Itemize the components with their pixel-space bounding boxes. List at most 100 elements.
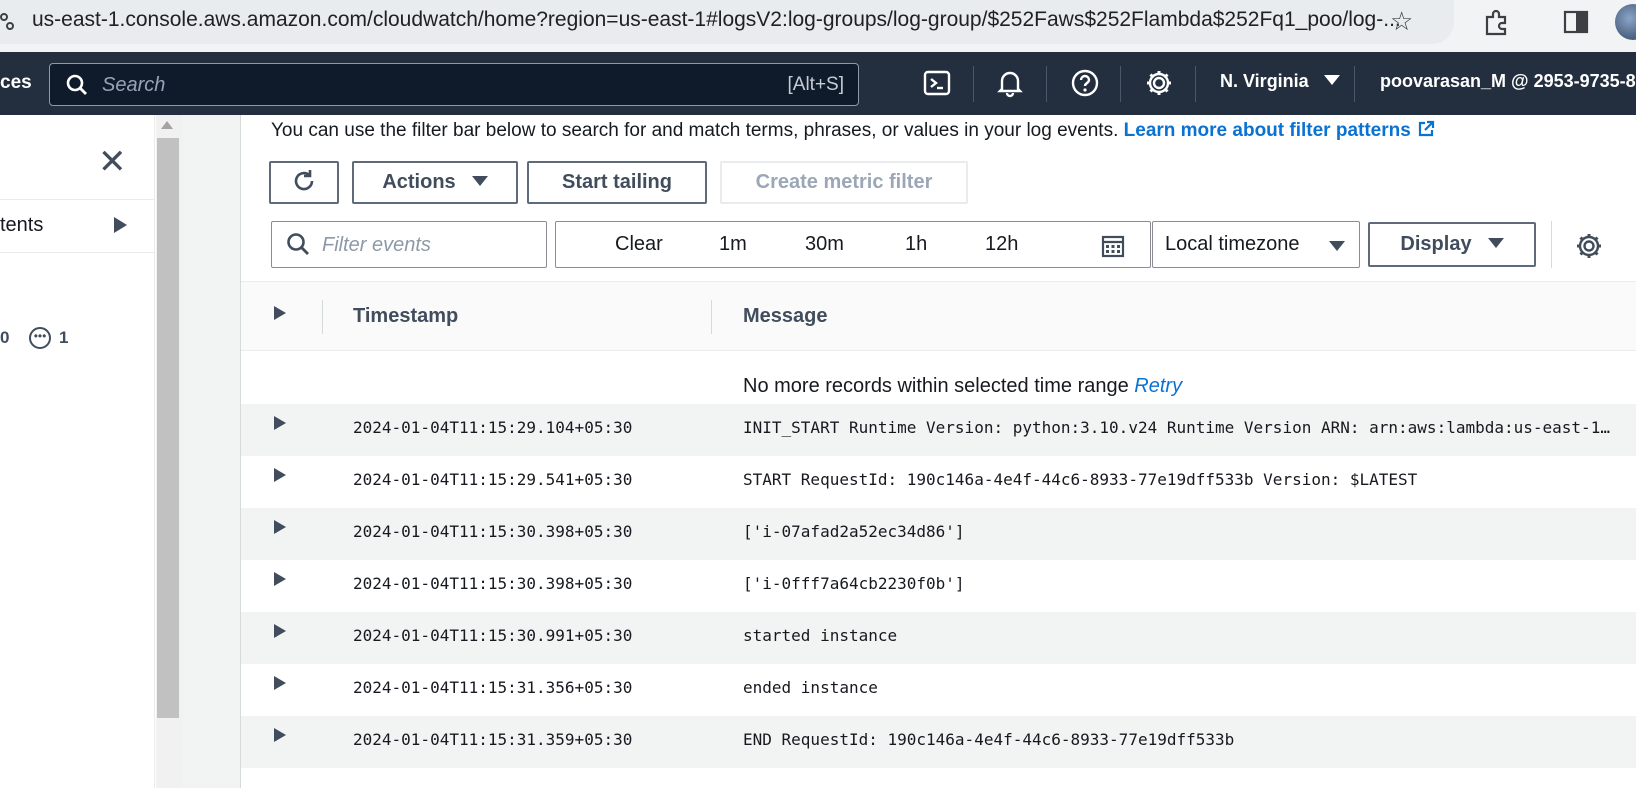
side-panel: ✕ tents 0 ••• 1 <box>0 115 155 788</box>
timezone-select[interactable]: Local timezone <box>1152 221 1360 268</box>
expand-row-icon[interactable] <box>274 416 286 430</box>
display-label: Display <box>1400 233 1472 255</box>
log-message: ended instance <box>743 678 878 697</box>
timezone-label: Local timezone <box>1165 233 1300 255</box>
log-message: INIT_START Runtime Version: python:3.10.… <box>743 418 1613 437</box>
create-metric-filter-button[interactable]: Create metric filter <box>720 161 968 204</box>
actions-dropdown[interactable]: Actions <box>352 161 518 204</box>
profile-avatar[interactable] <box>1615 4 1636 40</box>
log-timestamp: 2024-01-04T11:15:29.541+05:30 <box>353 470 633 489</box>
refresh-icon <box>294 170 314 191</box>
caret-down-icon <box>1487 238 1504 248</box>
log-message: ['i-0fff7a64cb2230f0b'] <box>743 574 965 593</box>
log-timestamp: 2024-01-04T11:15:29.104+05:30 <box>353 418 633 437</box>
url-text[interactable]: us-east-1.console.aws.amazon.com/cloudwa… <box>32 8 1402 32</box>
count-right: 1 <box>59 328 69 347</box>
log-row[interactable]: 2024-01-04T11:15:31.356+05:30 ended inst… <box>241 664 1636 716</box>
column-divider <box>711 300 712 334</box>
column-header-message[interactable]: Message <box>743 305 828 328</box>
filter-patterns-link[interactable]: Learn more about filter patterns <box>1124 120 1435 141</box>
content-gutter <box>182 115 240 788</box>
help-icon[interactable] <box>1070 68 1100 98</box>
external-link-icon <box>1418 120 1434 137</box>
filter-info-text: You can use the filter bar below to sear… <box>271 120 1119 141</box>
address-bar[interactable]: us-east-1.console.aws.amazon.com/cloudwa… <box>0 0 1454 44</box>
time-30m-button[interactable]: 30m <box>805 233 844 256</box>
log-message: ['i-07afad2a52ec34d86'] <box>743 522 965 541</box>
expand-row-icon[interactable] <box>274 624 286 638</box>
nav-divider <box>1354 66 1355 102</box>
nav-divider <box>1195 66 1196 102</box>
side-divider <box>0 252 155 253</box>
count-left: 0 <box>0 328 10 347</box>
more-circle-icon: ••• <box>29 327 51 349</box>
expand-row-icon[interactable] <box>274 728 286 742</box>
scrollbar-thumb[interactable] <box>157 138 179 718</box>
settings-gear-icon[interactable] <box>1144 68 1174 98</box>
log-timestamp: 2024-01-04T11:15:30.398+05:30 <box>353 574 633 593</box>
expand-row-icon[interactable] <box>274 468 286 482</box>
aws-search-input[interactable] <box>102 71 702 99</box>
log-message: END RequestId: 190c146a-4e4f-44c6-8933-7… <box>743 730 1235 749</box>
region-selector[interactable]: N. Virginia <box>1220 71 1340 92</box>
account-menu[interactable]: poovarasan_M @ 2953-9735-8 <box>1380 71 1636 92</box>
log-row[interactable]: 2024-01-04T11:15:30.398+05:30 ['i-0fff7a… <box>241 560 1636 612</box>
time-range-selector: Clear 1m 30m 1h 12h <box>555 221 1151 268</box>
caret-right-icon[interactable] <box>114 217 127 233</box>
log-row[interactable]: 2024-01-04T11:15:31.359+05:30 END Reques… <box>241 716 1636 768</box>
log-row[interactable]: 2024-01-04T11:15:29.541+05:30 START Requ… <box>241 456 1636 508</box>
time-12h-button[interactable]: 12h <box>985 233 1018 256</box>
search-shortcut-hint: [Alt+S] <box>787 74 845 95</box>
bookmark-star-icon[interactable]: ☆ <box>1390 6 1413 37</box>
caret-down-icon <box>1329 241 1345 251</box>
no-more-records: No more records within selected time ran… <box>743 375 1182 398</box>
site-settings-icon[interactable] <box>0 12 14 32</box>
log-row[interactable]: 2024-01-04T11:15:30.398+05:30 ['i-07afad… <box>241 508 1636 560</box>
aws-search-box[interactable]: [Alt+S] <box>49 63 859 106</box>
filter-events-input[interactable] <box>322 232 537 258</box>
actions-label: Actions <box>382 171 456 193</box>
toolbar-divider <box>1551 221 1552 268</box>
log-timestamp: 2024-01-04T11:15:30.991+05:30 <box>353 626 633 645</box>
no-more-records-text: No more records within selected time ran… <box>743 375 1129 397</box>
time-1m-button[interactable]: 1m <box>719 233 747 256</box>
calendar-icon[interactable] <box>1101 234 1125 258</box>
search-icon <box>66 74 87 95</box>
side-panel-icon[interactable] <box>1562 8 1590 36</box>
side-events-link[interactable]: tents <box>0 214 43 237</box>
refresh-button[interactable] <box>269 161 339 204</box>
nav-divider <box>973 66 974 102</box>
nav-divider <box>1046 66 1047 102</box>
log-row[interactable]: 2024-01-04T11:15:29.104+05:30 INIT_START… <box>241 404 1636 456</box>
column-header-timestamp[interactable]: Timestamp <box>353 305 458 328</box>
log-timestamp: 2024-01-04T11:15:31.356+05:30 <box>353 678 633 697</box>
table-header: Timestamp Message <box>241 281 1636 351</box>
log-message: START RequestId: 190c146a-4e4f-44c6-8933… <box>743 470 1418 489</box>
expand-row-icon[interactable] <box>274 676 286 690</box>
filter-events-field[interactable] <box>271 221 547 268</box>
preferences-gear-icon[interactable] <box>1575 232 1603 260</box>
expand-row-icon[interactable] <box>274 520 286 534</box>
display-dropdown[interactable]: Display <box>1368 222 1536 267</box>
start-tailing-button[interactable]: Start tailing <box>527 161 707 204</box>
notifications-bell-icon[interactable] <box>995 68 1025 98</box>
caret-down-icon <box>471 176 488 186</box>
time-clear-button[interactable]: Clear <box>615 233 663 256</box>
log-message: started instance <box>743 626 898 645</box>
close-icon[interactable]: ✕ <box>98 145 127 179</box>
expand-all-icon[interactable] <box>274 306 286 320</box>
retry-link[interactable]: Retry <box>1134 375 1182 397</box>
scroll-up-icon[interactable] <box>161 121 173 129</box>
time-1h-button[interactable]: 1h <box>905 233 927 256</box>
cloudshell-icon[interactable] <box>922 68 952 98</box>
services-menu[interactable]: ces <box>0 72 32 94</box>
filter-patterns-link-label[interactable]: Learn more about filter patterns <box>1124 120 1411 141</box>
region-label: N. Virginia <box>1220 71 1309 91</box>
extensions-icon[interactable] <box>1482 8 1510 36</box>
log-row[interactable]: 2024-01-04T11:15:30.991+05:30 started in… <box>241 612 1636 664</box>
log-timestamp: 2024-01-04T11:15:30.398+05:30 <box>353 522 633 541</box>
expand-row-icon[interactable] <box>274 572 286 586</box>
nav-divider <box>1120 66 1121 102</box>
column-divider <box>322 300 323 334</box>
chevron-down-icon <box>1323 75 1340 85</box>
